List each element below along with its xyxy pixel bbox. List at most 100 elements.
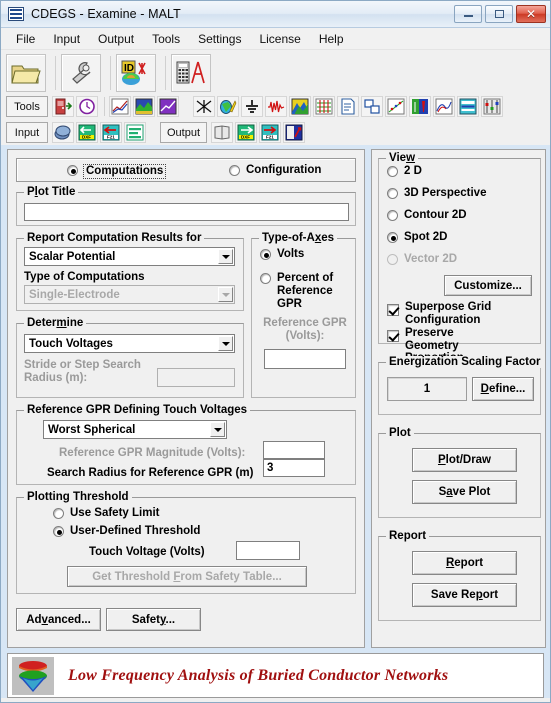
- radio-computations[interactable]: Computations: [67, 164, 167, 179]
- windows-button[interactable]: [361, 96, 383, 117]
- determine-legend: Determine: [24, 317, 87, 329]
- input-dxf-button[interactable]: DXF: [76, 122, 98, 143]
- menu-tools[interactable]: Tools: [143, 30, 189, 48]
- report-computation-group: Report Computation Results for Scalar Po…: [16, 232, 244, 311]
- wrench-icon: [72, 62, 91, 84]
- door-exit-button[interactable]: [52, 96, 74, 117]
- safety-button[interactable]: Safety...: [106, 608, 201, 631]
- trace-button[interactable]: [433, 96, 455, 117]
- radio-volts[interactable]: Volts: [260, 248, 304, 261]
- svg-text:DXF: DXF: [82, 135, 91, 140]
- menu-output[interactable]: Output: [89, 30, 143, 48]
- input-list-button[interactable]: [124, 122, 146, 143]
- input-f21-button[interactable]: F21: [100, 122, 122, 143]
- contour-plot-button[interactable]: [289, 96, 311, 117]
- menu-file[interactable]: File: [7, 30, 44, 48]
- radio-percent-of-reference-gpr[interactable]: Percent of Reference GPR: [260, 272, 357, 311]
- svg-text:F21: F21: [266, 135, 274, 140]
- chevron-down-icon[interactable]: [210, 422, 225, 437]
- plot-legend: Plot: [386, 427, 414, 439]
- radio-3d-perspective[interactable]: 3D Perspective: [387, 187, 486, 200]
- output-dxf-button[interactable]: DXF: [235, 122, 258, 143]
- radio-dot: [229, 165, 240, 176]
- output-label-button[interactable]: Output: [160, 122, 208, 143]
- save-plot-label: Save Plot: [438, 486, 491, 498]
- radio-2d[interactable]: 2 D: [387, 165, 422, 178]
- tower-icon: [412, 99, 428, 114]
- id-plot-button[interactable]: ID: [116, 54, 156, 92]
- save-plot-button[interactable]: Save Plot: [412, 480, 517, 504]
- door-exit-icon: [55, 98, 72, 115]
- radio-contour-2d[interactable]: Contour 2D: [387, 209, 467, 222]
- tools-label-button[interactable]: Tools: [6, 96, 48, 117]
- window-controls: ✕: [454, 5, 546, 23]
- chevron-down-icon[interactable]: [218, 336, 233, 351]
- radio-spot-2d[interactable]: Spot 2D: [387, 231, 447, 244]
- scatter-plot-button[interactable]: [385, 96, 407, 117]
- plot-draw-button[interactable]: Plot/Draw: [412, 448, 517, 472]
- radio-2d-label: 2 D: [404, 165, 422, 177]
- layers-button[interactable]: [52, 122, 74, 143]
- reference-gpr-magnitude-input: [263, 441, 325, 459]
- maximize-button[interactable]: [485, 5, 513, 23]
- determine-combo[interactable]: Touch Voltages: [24, 334, 235, 353]
- book-button[interactable]: [211, 122, 234, 143]
- document-button[interactable]: [337, 96, 359, 117]
- table-icon: [459, 98, 477, 115]
- calculator-compass-button[interactable]: [171, 54, 211, 92]
- input-label-button[interactable]: Input: [6, 122, 48, 143]
- reference-gpr-group: Reference GPR Defining Touch Voltages Wo…: [16, 404, 356, 485]
- output-chart-button[interactable]: [283, 122, 306, 143]
- menu-license[interactable]: License: [250, 30, 309, 48]
- reference-gpr-value: Worst Spherical: [48, 423, 136, 436]
- mode-selector: Computations Configuration: [16, 158, 356, 182]
- define-button[interactable]: Define...: [472, 377, 534, 401]
- reference-gpr-combo[interactable]: Worst Spherical: [43, 420, 227, 439]
- line-graph-button[interactable]: [109, 96, 131, 117]
- menu-help[interactable]: Help: [310, 30, 353, 48]
- radio-configuration[interactable]: Configuration: [229, 164, 321, 177]
- wrench-button[interactable]: [61, 54, 101, 92]
- mesh-button[interactable]: [313, 96, 335, 117]
- waveform-button[interactable]: [265, 96, 287, 117]
- radio-use-safety-limit[interactable]: Use Safety Limit: [53, 507, 159, 520]
- clock-button[interactable]: [76, 96, 98, 117]
- customize-button[interactable]: Customize...: [444, 275, 532, 296]
- save-report-button[interactable]: Save Report: [412, 583, 517, 607]
- output-f21-button[interactable]: F21: [259, 122, 282, 143]
- title-bar: CDEGS - Examine - MALT ✕: [1, 1, 550, 28]
- open-folder-button[interactable]: [6, 54, 46, 92]
- plot-title-legend: Plot Title: [24, 186, 79, 198]
- chevron-down-icon[interactable]: [218, 249, 233, 264]
- tower-button[interactable]: [409, 96, 431, 117]
- terrain-plot-button[interactable]: [133, 96, 155, 117]
- advanced-button[interactable]: Advanced...: [16, 608, 101, 631]
- energization-value: 1: [387, 377, 467, 401]
- type-of-computations-label: Type of Computations: [24, 271, 145, 283]
- get-threshold-button: Get Threshold From Safety Table...: [67, 566, 307, 587]
- globe-pen-button[interactable]: [217, 96, 239, 117]
- crossed-arrows-button[interactable]: [193, 96, 215, 117]
- plot-title-input[interactable]: [24, 203, 349, 221]
- footer-banner: Low Frequency Analysis of Buried Conduct…: [7, 653, 544, 698]
- customize-label: Customize...: [454, 279, 522, 292]
- table-button[interactable]: [457, 96, 479, 117]
- radio-user-defined-threshold[interactable]: User-Defined Threshold: [53, 525, 200, 538]
- menu-settings[interactable]: Settings: [189, 30, 250, 48]
- close-button[interactable]: ✕: [516, 5, 546, 23]
- ground-symbol-button[interactable]: [241, 96, 263, 117]
- radio-dot: [387, 254, 398, 265]
- sliders-button[interactable]: [481, 96, 503, 117]
- search-radius-input[interactable]: 3: [263, 459, 325, 477]
- checkbox-box: [387, 304, 399, 316]
- report-computation-combo[interactable]: Scalar Potential: [24, 247, 235, 266]
- purple-plot-button[interactable]: [157, 96, 179, 117]
- touch-voltage-input[interactable]: [236, 541, 300, 560]
- menu-input[interactable]: Input: [44, 30, 89, 48]
- report-button[interactable]: Report: [412, 551, 517, 575]
- type-of-computations-combo: Single-Electrode: [24, 285, 235, 304]
- output-dxf-icon: DXF: [237, 124, 255, 141]
- minimize-button[interactable]: [454, 5, 482, 23]
- radio-dot: [387, 188, 398, 199]
- checkbox-superpose-grid[interactable]: Superpose Grid Configuration: [387, 301, 510, 326]
